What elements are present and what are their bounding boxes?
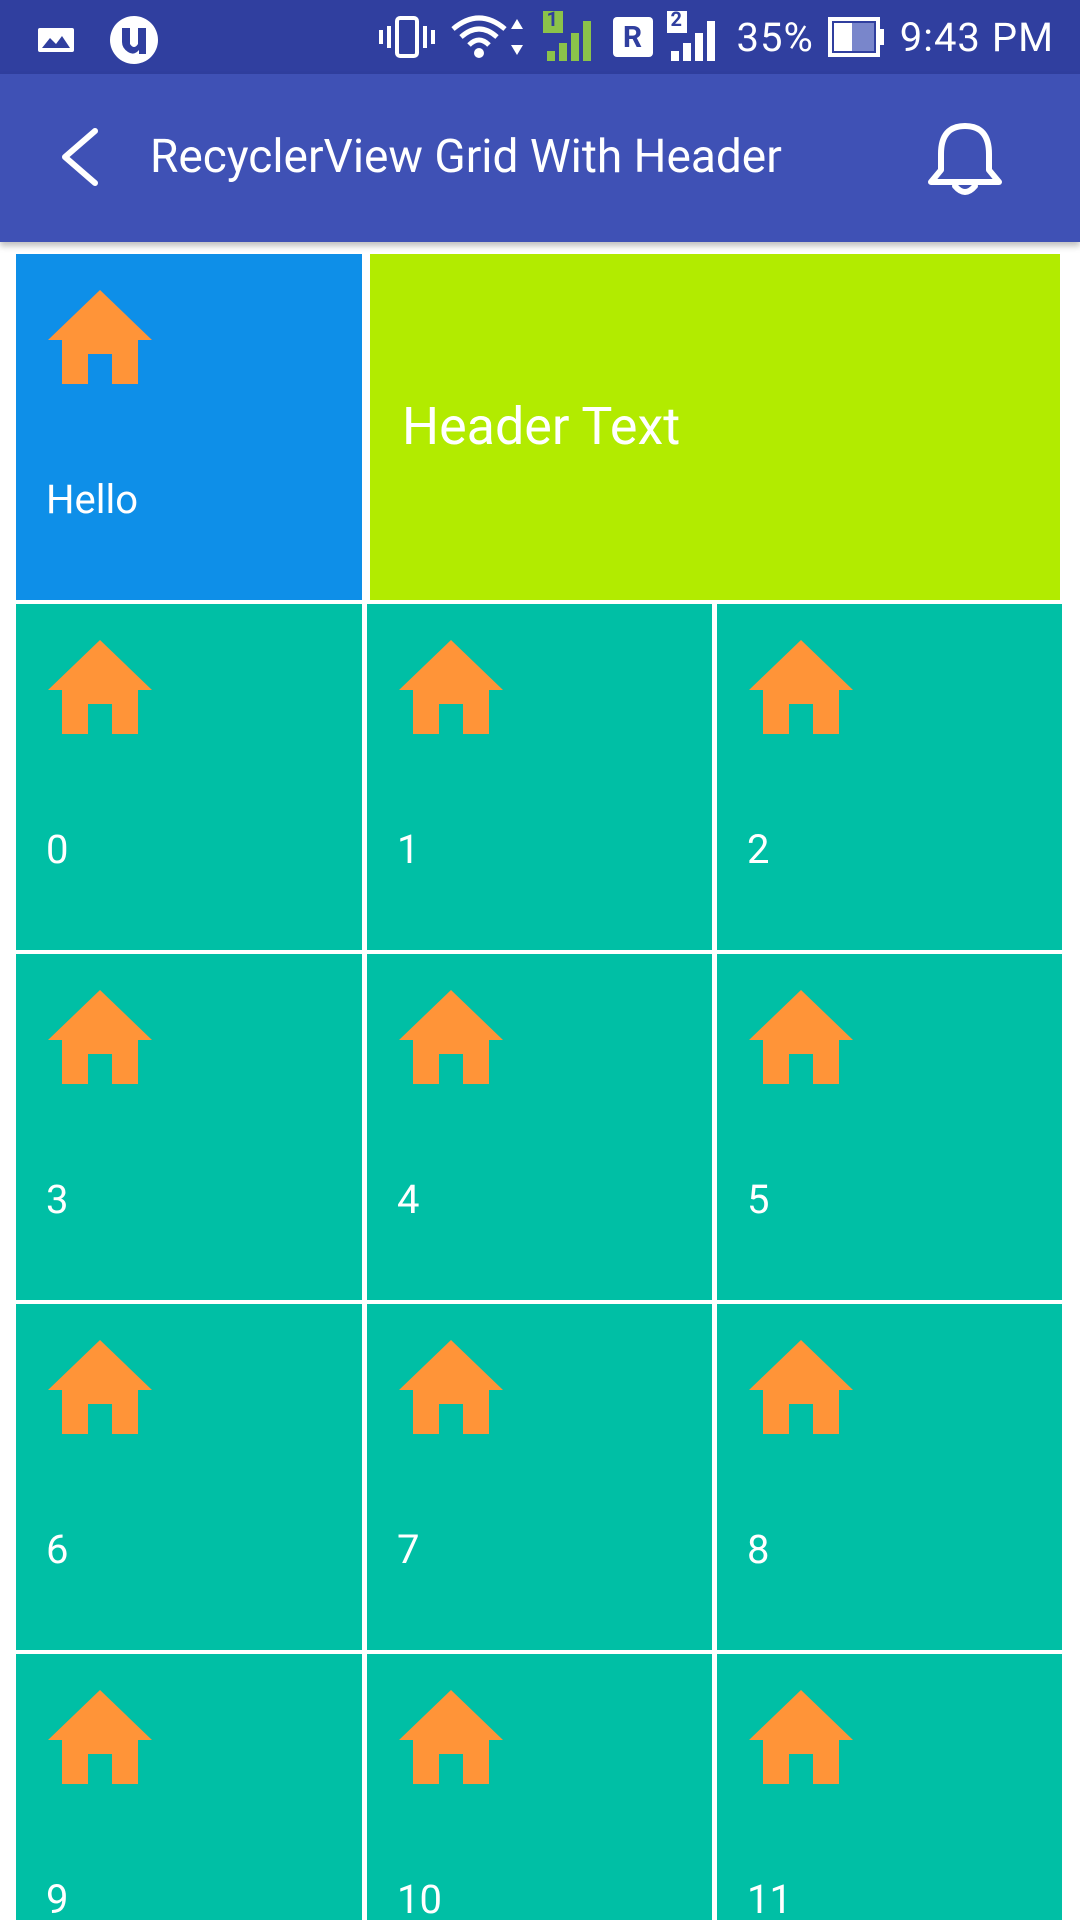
grid-item-1[interactable]: 1: [367, 604, 712, 950]
grid-item-label: 3: [46, 1176, 69, 1223]
wifi-icon: [450, 15, 523, 58]
status-bar: 1 R 2 35% 9:43 PM: [0, 0, 1080, 74]
home-icon: [48, 290, 152, 384]
home-icon: [399, 1690, 503, 1784]
home-icon: [48, 1690, 152, 1784]
notifications-button[interactable]: [910, 110, 1020, 210]
grid-item-7[interactable]: 7: [367, 1304, 712, 1650]
grid-item-label: 11: [747, 1876, 792, 1920]
home-icon: [749, 990, 853, 1084]
signal-sim2-icon: 2: [666, 7, 723, 63]
grid-item-label: 1: [397, 826, 420, 873]
sim1-number: 1: [546, 7, 558, 31]
grid-item-label: 0: [46, 826, 69, 873]
status-bar-left: [36, 14, 160, 66]
home-icon: [48, 1340, 152, 1434]
roaming-letter: R: [622, 19, 643, 55]
battery-icon: [827, 17, 884, 57]
grid-item-label: 6: [46, 1526, 69, 1573]
grid-item-label: 10: [397, 1876, 442, 1920]
signal-sim1-icon: 1: [542, 7, 599, 63]
grid-item-3[interactable]: 3: [16, 954, 362, 1300]
home-icon: [749, 1340, 853, 1434]
roaming-icon: R: [612, 17, 653, 57]
back-arrow-icon: [62, 128, 98, 186]
grid-item-2[interactable]: 2: [717, 604, 1062, 950]
home-icon: [749, 640, 853, 734]
battery-percent: 35%: [736, 13, 814, 61]
grid-item-label: 4: [397, 1176, 420, 1223]
hello-label: Hello: [46, 476, 139, 523]
vibrate-icon: [378, 16, 435, 58]
home-icon: [48, 990, 152, 1084]
grid-item-0[interactable]: 0: [16, 604, 362, 950]
grid-item-4[interactable]: 4: [367, 954, 712, 1300]
page-title: RecyclerView Grid With Header: [150, 130, 782, 184]
grid-item-6[interactable]: 6: [16, 1304, 362, 1650]
grid-item-label: 5: [747, 1176, 770, 1223]
utorrent-icon: [110, 16, 158, 64]
bell-icon: [928, 123, 1002, 195]
grid-item-label: 7: [397, 1526, 420, 1573]
grid-item-label: 8: [747, 1526, 770, 1573]
recycler-grid[interactable]: Hello Header Text 0 1 2 3 4 5 6 7 8 9 10…: [0, 242, 1080, 1920]
grid-item-11[interactable]: 11: [717, 1654, 1062, 1920]
home-icon: [749, 1690, 853, 1784]
home-icon: [399, 640, 503, 734]
grid-item-label: 9: [46, 1876, 69, 1920]
header-text: Header Text: [402, 396, 681, 457]
grid-item-5[interactable]: 5: [717, 954, 1062, 1300]
gallery-icon: [38, 28, 74, 52]
grid-item-8[interactable]: 8: [717, 1304, 1062, 1650]
sim2-number: 2: [670, 7, 682, 31]
home-icon: [48, 640, 152, 734]
header-tile[interactable]: Header Text: [370, 254, 1060, 600]
grid-item-label: 2: [747, 826, 770, 873]
grid-item-9[interactable]: 9: [16, 1654, 362, 1920]
grid-item-10[interactable]: 10: [367, 1654, 712, 1920]
hello-tile[interactable]: Hello: [16, 254, 362, 600]
home-icon: [399, 1340, 503, 1434]
home-icon: [399, 990, 503, 1084]
back-button[interactable]: [44, 112, 114, 202]
app-bar: RecyclerView Grid With Header: [0, 74, 1080, 242]
status-bar-right: 1 R 2 35% 9:43 PM: [378, 0, 1054, 74]
clock: 9:43 PM: [899, 13, 1054, 61]
